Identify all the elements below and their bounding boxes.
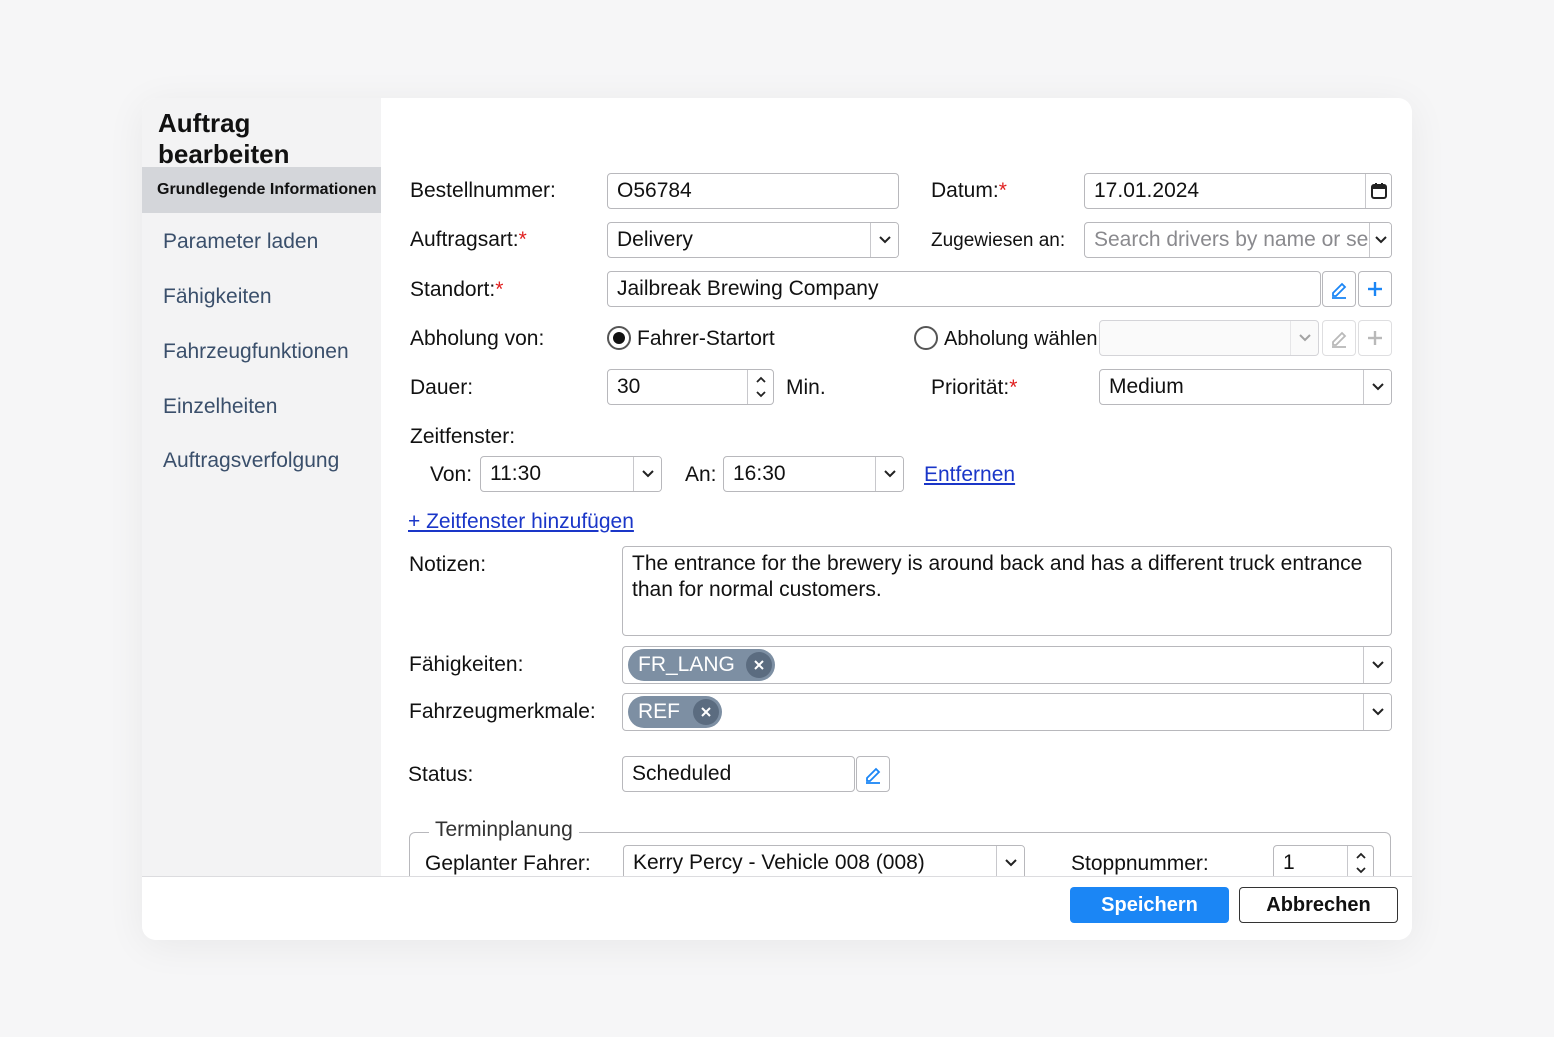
- save-button[interactable]: Speichern: [1070, 887, 1229, 923]
- notes-label: Notizen:: [409, 553, 487, 576]
- edit-location-button[interactable]: [1322, 271, 1356, 307]
- duration-stepper[interactable]: 30: [607, 369, 774, 405]
- pencil-icon: [866, 767, 881, 784]
- chevron-down-icon: [633, 457, 661, 491]
- notes-textarea[interactable]: The entrance for the brewery is around b…: [622, 546, 1392, 636]
- plus-icon: [1368, 282, 1382, 296]
- planned-driver-label: Geplanter Fahrer:: [425, 852, 591, 875]
- time-from-select[interactable]: 11:30: [480, 456, 662, 492]
- order-type-label: Auftragsart:*: [410, 228, 527, 251]
- order-number-label: Bestellnummer:: [410, 179, 556, 202]
- nav-item-skills[interactable]: Fähigkeiten: [142, 274, 381, 320]
- dialog-title: Auftrag bearbeiten: [158, 108, 290, 169]
- planned-driver-value: Kerry Percy - Vehicle 008 (008): [633, 851, 925, 874]
- chevron-down-icon: [875, 457, 903, 491]
- close-icon[interactable]: [746, 652, 772, 678]
- remove-time-window-link[interactable]: Entfernen: [924, 463, 1015, 487]
- nav-item-basic-info[interactable]: Grundlegende Informationen: [142, 167, 381, 213]
- chevron-down-icon: [1363, 647, 1391, 683]
- order-number-input[interactable]: O56784: [607, 173, 899, 209]
- plus-icon: [1368, 331, 1382, 345]
- scheduling-legend: Terminplanung: [429, 818, 579, 842]
- date-label: Datum:*: [931, 179, 1007, 202]
- time-to-label: An:: [685, 463, 717, 486]
- time-window-label: Zeitfenster:: [410, 425, 516, 448]
- chevron-down-icon: [1290, 321, 1318, 355]
- duration-value: 30: [617, 375, 641, 398]
- cancel-button[interactable]: Abbrechen: [1239, 887, 1398, 923]
- stepper-arrows-icon[interactable]: [747, 370, 773, 404]
- sidebar: Auftrag bearbeiten Grundlegende Informat…: [142, 98, 381, 876]
- vehicle-features-multiselect[interactable]: REF: [622, 693, 1392, 731]
- edit-pickup-button[interactable]: [1322, 320, 1356, 356]
- skills-label: Fähigkeiten:: [409, 653, 524, 676]
- nav-item-vehicle-functions[interactable]: Fahrzeugfunktionen: [142, 329, 381, 375]
- stop-number-label: Stoppnummer:: [1071, 852, 1209, 875]
- pickup-location-select[interactable]: [1099, 320, 1319, 356]
- pickup-choose-radio[interactable]: [914, 326, 938, 350]
- chevron-down-icon: [1363, 370, 1391, 404]
- vehicle-feature-chip: REF: [628, 696, 722, 728]
- dialog-footer: Speichern Abbrechen: [142, 876, 1412, 940]
- location-label: Standort:*: [410, 278, 504, 301]
- order-type-value: Delivery: [617, 228, 693, 251]
- add-location-button[interactable]: [1358, 271, 1392, 307]
- time-to-select[interactable]: 16:30: [723, 456, 904, 492]
- time-from-label: Von:: [430, 463, 473, 486]
- time-from-value: 11:30: [490, 462, 541, 485]
- stepper-arrows-icon[interactable]: [1347, 846, 1373, 876]
- assigned-driver-search-select[interactable]: Search drivers by name or se: [1084, 222, 1392, 258]
- pencil-icon: [1332, 282, 1347, 299]
- add-time-window-link[interactable]: + Zeitfenster hinzufügen: [408, 510, 634, 534]
- chevron-down-icon: [1363, 694, 1391, 730]
- chevron-down-icon: [996, 846, 1024, 876]
- pickup-driver-start-label: Fahrer-Startort: [637, 327, 775, 350]
- chevron-down-icon: [1369, 223, 1391, 257]
- location-input[interactable]: Jailbreak Brewing Company: [607, 271, 1321, 307]
- form-area: Bestellnummer: O56784 Datum:* 17.01.2024…: [381, 98, 1412, 876]
- skills-multiselect[interactable]: FR_LANG: [622, 646, 1392, 684]
- planned-driver-select[interactable]: Kerry Percy - Vehicle 008 (008): [623, 845, 1025, 876]
- nav-item-details[interactable]: Einzelheiten: [142, 384, 381, 430]
- pickup-from-label: Abholung von:: [410, 327, 545, 350]
- chevron-down-icon: [870, 223, 898, 257]
- order-type-select[interactable]: Delivery: [607, 222, 899, 258]
- date-input[interactable]: 17.01.2024: [1084, 173, 1392, 209]
- time-to-value: 16:30: [733, 462, 786, 485]
- calendar-icon[interactable]: [1365, 174, 1391, 208]
- skill-chip: FR_LANG: [628, 649, 775, 681]
- stop-number-value: 1: [1283, 851, 1295, 874]
- priority-label: Priorität:*: [931, 376, 1018, 399]
- pickup-driver-start-radio[interactable]: [607, 326, 631, 350]
- edit-order-dialog: Auftrag bearbeiten Grundlegende Informat…: [142, 98, 1412, 940]
- nav-item-order-tracking[interactable]: Auftragsverfolgung: [142, 438, 381, 484]
- vehicle-features-label: Fahrzeugmerkmale:: [409, 700, 596, 723]
- status-label: Status:: [408, 763, 474, 786]
- duration-unit: Min.: [786, 376, 826, 399]
- nav-item-load-parameters[interactable]: Parameter laden: [142, 219, 381, 265]
- stop-number-stepper[interactable]: 1: [1273, 845, 1374, 876]
- pencil-icon: [1332, 331, 1347, 348]
- close-icon[interactable]: [693, 699, 719, 725]
- pickup-choose-label: Abholung wählen:: [944, 328, 1104, 350]
- add-pickup-button[interactable]: [1358, 320, 1392, 356]
- date-value: 17.01.2024: [1094, 179, 1200, 202]
- status-field: Scheduled: [622, 756, 855, 792]
- edit-status-button[interactable]: [856, 756, 890, 792]
- priority-value: Medium: [1109, 375, 1184, 398]
- priority-select[interactable]: Medium: [1099, 369, 1392, 405]
- duration-label: Dauer:: [410, 376, 474, 399]
- assigned-driver-placeholder: Search drivers by name or se: [1094, 228, 1369, 251]
- assigned-to-label: Zugewiesen an:: [931, 230, 1066, 251]
